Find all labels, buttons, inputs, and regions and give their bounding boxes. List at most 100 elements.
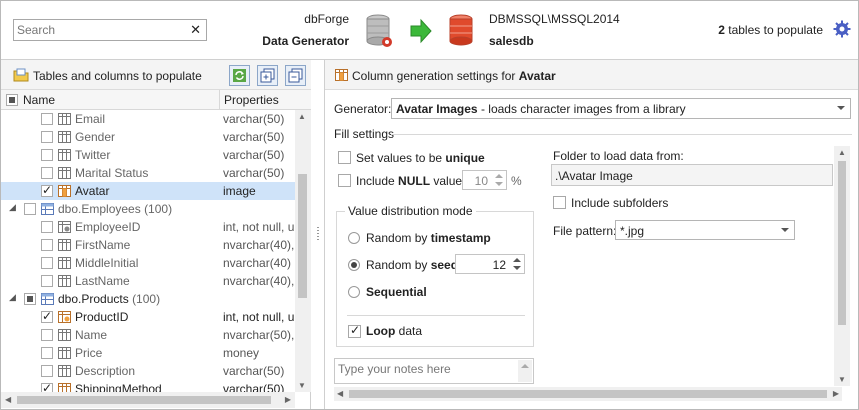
tree-row[interactable]: Email varchar(50) xyxy=(1,110,295,128)
row-checkbox[interactable] xyxy=(24,203,36,215)
loop-data-label[interactable]: Loop data xyxy=(366,324,422,338)
row-checkbox[interactable] xyxy=(41,149,53,161)
table-count: (100) xyxy=(144,202,173,216)
include-subfolders-checkbox[interactable] xyxy=(553,196,566,209)
scroll-right-icon[interactable]: ▶ xyxy=(833,389,839,398)
random-timestamp-radio[interactable] xyxy=(348,232,360,244)
row-checkbox[interactable] xyxy=(41,347,53,359)
panel-splitter[interactable] xyxy=(312,60,324,409)
tree-row[interactable]: LastName nvarchar(40), n xyxy=(1,272,295,290)
collapse-all-button[interactable] xyxy=(285,65,306,86)
tree-row-selected[interactable]: Avatar image xyxy=(1,182,295,200)
scroll-down-icon[interactable]: ▼ xyxy=(838,375,846,384)
row-name: ProductID xyxy=(75,310,129,324)
scroll-thumb[interactable] xyxy=(838,161,846,325)
row-checkbox[interactable] xyxy=(41,275,53,287)
row-checkbox[interactable] xyxy=(41,381,53,392)
notes-scrollbar[interactable] xyxy=(518,360,532,382)
gear-icon[interactable] xyxy=(833,20,851,38)
row-checkbox[interactable] xyxy=(41,257,53,269)
column-icon xyxy=(58,149,71,161)
notes-input[interactable] xyxy=(335,359,515,381)
sequential-label[interactable]: Sequential xyxy=(366,285,427,299)
splitter-grip-icon[interactable] xyxy=(316,226,320,240)
row-checkbox[interactable] xyxy=(41,329,53,341)
generator-select[interactable]: Avatar Images - loads character images f… xyxy=(391,98,851,119)
row-checkbox[interactable] xyxy=(41,309,53,323)
scroll-left-icon[interactable]: ◀ xyxy=(5,395,11,404)
tree-row-table[interactable]: ◢ dbo.Products (100) xyxy=(1,290,295,308)
scroll-up-icon[interactable]: ▲ xyxy=(838,148,846,157)
tree-row[interactable]: ShippingMethod varchar(50) xyxy=(1,380,295,392)
expand-all-button[interactable] xyxy=(257,65,278,86)
scroll-thumb[interactable] xyxy=(349,390,827,398)
stepper-up-icon[interactable] xyxy=(513,258,521,262)
include-subfolders-label[interactable]: Include subfolders xyxy=(571,196,668,210)
tree-horizontal-scrollbar[interactable]: ◀ ▶ xyxy=(1,392,295,408)
search-clear-icon[interactable]: ✕ xyxy=(190,22,201,38)
folder-path-field[interactable]: .\Avatar Image xyxy=(551,164,833,186)
row-checkbox[interactable] xyxy=(24,293,36,305)
tree-row[interactable]: ProductID int, not null, uni xyxy=(1,308,295,326)
tree-row[interactable]: Price money xyxy=(1,344,295,362)
scroll-down-icon[interactable]: ▼ xyxy=(298,381,306,390)
row-checkbox[interactable] xyxy=(41,131,53,143)
select-all-checkbox[interactable] xyxy=(6,94,18,106)
tree-row[interactable]: MiddleInitial nvarchar(40) xyxy=(1,254,295,272)
file-pattern-select[interactable]: *.jpg xyxy=(615,220,795,240)
random-timestamp-label[interactable]: Random by timestamp xyxy=(366,231,491,245)
column-header-name[interactable]: Name xyxy=(23,93,55,107)
column-icon xyxy=(58,131,71,143)
expand-all-icon xyxy=(260,68,275,83)
unique-label[interactable]: Set values to be unique xyxy=(356,151,485,165)
settings-vertical-scrollbar[interactable]: ▲ ▼ xyxy=(834,146,850,386)
scroll-up-icon[interactable]: ▲ xyxy=(298,112,306,121)
tree-row[interactable]: Twitter varchar(50) xyxy=(1,146,295,164)
collapse-triangle-icon[interactable]: ◢ xyxy=(9,202,16,213)
tree-row[interactable]: Marital Status varchar(50) xyxy=(1,164,295,182)
stepper-up-icon[interactable] xyxy=(495,174,503,178)
scroll-thumb[interactable] xyxy=(298,174,307,298)
settings-horizontal-scrollbar[interactable]: ◀ ▶ xyxy=(334,387,842,401)
scroll-left-icon[interactable]: ◀ xyxy=(337,389,343,398)
table-count: (100) xyxy=(132,292,161,306)
row-checkbox[interactable] xyxy=(41,113,53,125)
stepper-down-icon[interactable] xyxy=(495,182,503,186)
row-type: int, not null, uni xyxy=(223,310,295,324)
sequential-radio[interactable] xyxy=(348,286,360,298)
row-checkbox[interactable] xyxy=(41,239,53,251)
seed-stepper[interactable]: 12 xyxy=(455,254,525,274)
include-null-label[interactable]: Include NULL values xyxy=(356,174,468,188)
chevron-down-icon[interactable] xyxy=(781,228,789,232)
tree-vertical-scrollbar[interactable]: ▲ ▼ xyxy=(295,110,311,392)
table-icon xyxy=(41,293,54,305)
unique-checkbox[interactable] xyxy=(338,151,351,164)
null-percent-stepper[interactable]: 10 xyxy=(462,170,507,190)
tree-row[interactable]: Name nvarchar(50), n xyxy=(1,326,295,344)
random-seed-label[interactable]: Random by seed xyxy=(366,258,458,272)
random-seed-radio[interactable] xyxy=(348,259,360,271)
tree-row-table[interactable]: ◢ dbo.Employees (100) xyxy=(1,200,295,218)
include-null-checkbox[interactable] xyxy=(338,174,351,187)
row-checkbox[interactable] xyxy=(41,167,53,179)
tree-row[interactable]: Description varchar(50) xyxy=(1,362,295,380)
tree-row[interactable]: FirstName nvarchar(40), n xyxy=(1,236,295,254)
scroll-right-icon[interactable]: ▶ xyxy=(285,395,291,404)
row-checkbox[interactable] xyxy=(41,365,53,377)
stepper-down-icon[interactable] xyxy=(513,266,521,270)
tree-row[interactable]: EmployeeID int, not null, uni xyxy=(1,218,295,236)
notes-box[interactable] xyxy=(334,358,534,384)
row-type: varchar(50) xyxy=(223,382,285,392)
search-box[interactable]: ✕ xyxy=(13,19,207,41)
chevron-down-icon[interactable] xyxy=(837,106,845,110)
column-header-properties[interactable]: Properties xyxy=(219,90,295,110)
tree-row[interactable]: Gender varchar(50) xyxy=(1,128,295,146)
row-checkbox[interactable] xyxy=(41,221,53,233)
row-type: nvarchar(40), n xyxy=(223,238,295,252)
row-checkbox[interactable] xyxy=(41,183,53,197)
search-input[interactable] xyxy=(14,20,184,40)
refresh-button[interactable] xyxy=(229,65,250,86)
collapse-triangle-icon[interactable]: ◢ xyxy=(9,292,16,303)
scroll-thumb[interactable] xyxy=(17,396,271,404)
loop-data-checkbox[interactable] xyxy=(348,323,361,338)
